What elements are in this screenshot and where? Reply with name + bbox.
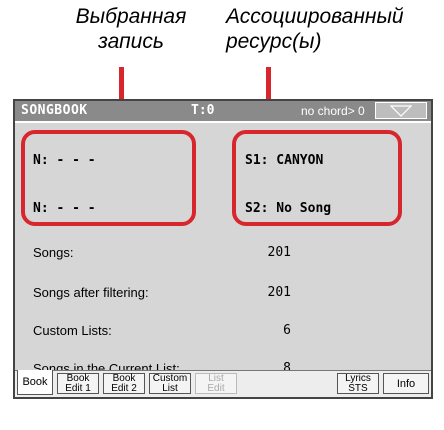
tab-list-edit-line1: List	[208, 372, 224, 384]
callout-associated-resources-line1: Ассоциированный	[226, 5, 404, 28]
tab-custom-list[interactable]: Custom List	[149, 373, 191, 394]
tempo-indicator: T:0	[191, 103, 215, 118]
page-menu-button[interactable]	[375, 102, 427, 119]
tab-book-edit-1-line2: Edit 1	[65, 382, 91, 394]
title-bar: SONGBOOK T:0 no chord> 0	[15, 101, 431, 123]
tab-book-edit-2-line2: Edit 2	[111, 382, 137, 394]
info-label-songs: Songs:	[33, 245, 74, 260]
tab-book-edit-2[interactable]: Book Edit 2	[103, 373, 145, 394]
tab-book[interactable]: Book	[17, 370, 53, 395]
app-title: SONGBOOK	[21, 103, 88, 118]
tab-bar: Book Book Edit 1 Book Edit 2 Custom List…	[15, 370, 431, 397]
tab-custom-list-line2: List	[162, 382, 178, 394]
tab-lyrics-sts-line1: Lyrics	[345, 372, 371, 384]
info-value-songs-after-filtering: 201	[267, 285, 291, 300]
chord-indicator: no chord> 0	[301, 104, 365, 118]
callout-selected-record-line2: запись	[98, 30, 164, 53]
callout-selected-record-line1: Выбранная	[75, 5, 187, 28]
tab-list-edit: List Edit	[195, 373, 237, 394]
selected-record-highlight	[21, 130, 196, 226]
callout-selected-record: Выбранная запись	[56, 4, 206, 54]
tab-custom-list-line1: Custom	[152, 372, 188, 384]
tab-lyrics-sts-line2: STS	[348, 382, 368, 394]
chevron-down-icon	[390, 105, 412, 117]
tab-book-edit-2-line1: Book	[112, 372, 136, 384]
tab-book-edit-1[interactable]: Book Edit 1	[57, 373, 99, 394]
callout-associated-resources-line2: ресурс(ы)	[226, 30, 322, 53]
tab-book-edit-1-line1: Book	[66, 372, 90, 384]
tab-lyrics-sts[interactable]: Lyrics STS	[337, 373, 379, 394]
tab-info-label: Info	[396, 377, 416, 390]
info-label-custom-lists: Custom Lists:	[33, 323, 112, 338]
callout-associated-resources: Ассоциированный ресурс(ы)	[226, 4, 444, 54]
tab-info[interactable]: Info	[383, 373, 429, 394]
tab-book-label: Book	[22, 376, 48, 388]
info-value-custom-lists: 6	[283, 323, 291, 338]
info-value-songs: 201	[267, 245, 291, 260]
tab-list-edit-line2: Edit	[207, 382, 225, 394]
info-label-songs-after-filtering: Songs after filtering:	[33, 285, 149, 300]
associated-resources-highlight	[232, 130, 402, 226]
